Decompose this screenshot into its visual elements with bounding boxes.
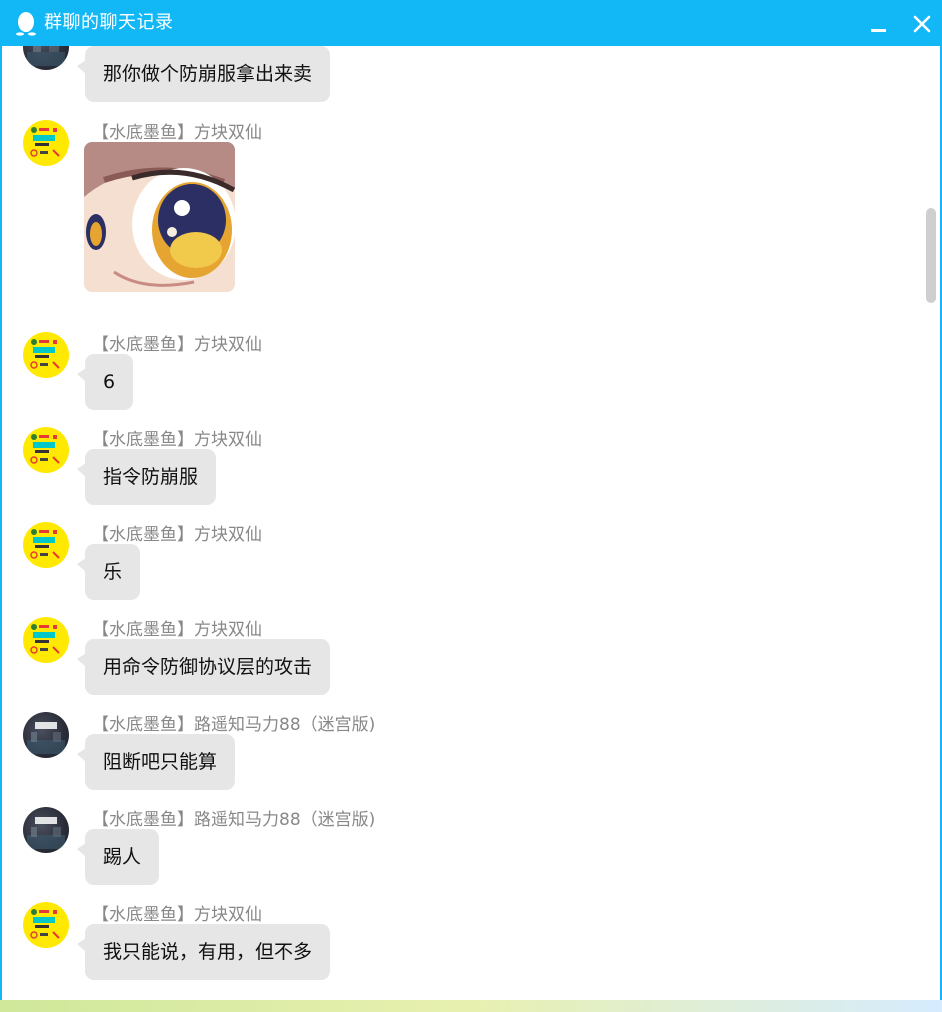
minimize-icon [871, 29, 886, 32]
message-bubble[interactable]: 那你做个防崩服拿出来卖 [76, 46, 331, 102]
avatar-image [30, 127, 60, 157]
sender-name: 【水底墨鱼】路遥知马力88（迷宫版) [92, 810, 376, 830]
message-bubble[interactable]: 6 [76, 354, 134, 410]
avatar-image [27, 722, 65, 754]
avatar-image [30, 339, 60, 369]
avatar[interactable] [23, 46, 69, 70]
sender-name: 【水底墨鱼】方块双仙 [92, 335, 262, 355]
sender-name: 【水底墨鱼】方块双仙 [92, 123, 262, 143]
minimize-button[interactable] [864, 10, 892, 38]
message-bubble[interactable]: 我只能说，有用，但不多 [76, 924, 331, 980]
chat-history-window: 群聊的聊天记录 那你做个防崩服拿出来卖 【水底墨鱼】方块双仙 【水底墨鱼】方块双… [0, 0, 942, 1000]
avatar-image [30, 909, 60, 939]
close-button[interactable] [908, 10, 936, 38]
avatar[interactable] [23, 120, 69, 166]
message-bubble[interactable]: 阻断吧只能算 [76, 734, 236, 790]
avatar-image [30, 434, 60, 464]
message-bubble[interactable]: 指令防崩服 [76, 449, 217, 505]
sticker-image [84, 142, 235, 292]
message-bubble[interactable]: 乐 [76, 544, 141, 600]
desktop-background [0, 1000, 942, 1012]
avatar[interactable] [23, 332, 69, 378]
avatar-image [27, 817, 65, 849]
avatar[interactable] [23, 902, 69, 948]
sender-name: 【水底墨鱼】路遥知马力88（迷宫版) [92, 715, 376, 735]
message-bubble[interactable]: 用命令防御协议层的攻击 [76, 639, 331, 695]
avatar[interactable] [23, 617, 69, 663]
sender-name: 【水底墨鱼】方块双仙 [92, 620, 262, 640]
close-icon [913, 15, 931, 33]
avatar-image [30, 624, 60, 654]
message-bubble[interactable]: 踢人 [76, 829, 160, 885]
qq-penguin-icon [16, 12, 36, 36]
sender-name: 【水底墨鱼】方块双仙 [92, 430, 262, 450]
avatar[interactable] [23, 807, 69, 853]
sender-name: 【水底墨鱼】方块双仙 [92, 525, 262, 545]
window-title: 群聊的聊天记录 [44, 12, 174, 33]
sender-name: 【水底墨鱼】方块双仙 [92, 905, 262, 925]
vertical-scrollbar[interactable] [922, 46, 940, 1000]
scrollbar-thumb[interactable] [926, 208, 936, 303]
avatar[interactable] [23, 712, 69, 758]
message-list[interactable]: 那你做个防崩服拿出来卖 【水底墨鱼】方块双仙 【水底墨鱼】方块双仙 6 【水底墨… [4, 46, 940, 1000]
title-bar[interactable]: 群聊的聊天记录 [2, 0, 940, 46]
anime-eye-sticker[interactable] [84, 142, 235, 292]
avatar[interactable] [23, 427, 69, 473]
avatar-image [27, 46, 65, 66]
avatar-image [30, 529, 60, 559]
avatar[interactable] [23, 522, 69, 568]
